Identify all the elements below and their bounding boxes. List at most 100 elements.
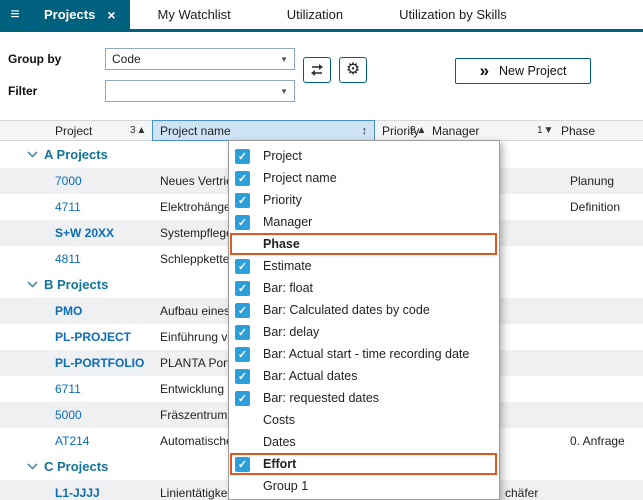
header-project[interactable]: Project [55, 124, 92, 138]
chevron-down-icon: ▼ [280, 87, 288, 96]
menu-item-group-1[interactable]: Group 1 [229, 475, 499, 497]
checkbox-unchecked-icon[interactable] [235, 479, 250, 494]
sort-indicator-project: 3▲ [130, 125, 147, 136]
checkbox-checked-icon[interactable]: ✓ [235, 171, 250, 186]
column-context-menu: ✓ Project ✓ Project name ✓ Priority ✓ Ma… [228, 140, 500, 500]
menu-item-label: Bar: Calculated dates by code [263, 303, 430, 317]
tab-my-watchlist[interactable]: My Watchlist [130, 0, 259, 29]
group-by-select[interactable]: Code ▼ [105, 48, 295, 70]
menu-item-label: Project name [263, 171, 337, 185]
project-name-cell: Systempflege [160, 226, 233, 240]
group-label: A Projects [44, 147, 108, 162]
chevron-down-icon[interactable] [27, 463, 38, 470]
tab-projects[interactable]: Projects × [30, 0, 130, 29]
chevron-down-icon: ▼ [280, 55, 288, 64]
menu-item-bar-actual-dates[interactable]: ✓ Bar: Actual dates [229, 365, 499, 387]
header-phase[interactable]: Phase [561, 124, 595, 138]
menu-item-estimate[interactable]: ✓ Estimate [229, 255, 499, 277]
project-name-cell: Fräszentrum F [160, 408, 238, 422]
menu-item-label: Manager [263, 215, 312, 229]
sort-both-icon[interactable]: ↕ [362, 125, 368, 137]
checkbox-checked-icon[interactable]: ✓ [235, 391, 250, 406]
header-project-name[interactable]: Project name ↕ [152, 120, 375, 141]
menu-item-manager[interactable]: ✓ Manager [229, 211, 499, 233]
tab-bar: ≡ Projects × My Watchlist Utilization Ut… [0, 0, 643, 32]
project-code-link[interactable]: 7000 [55, 174, 82, 188]
table-header: Project 3▲ Project name ↕ Priority 2▲ Ma… [0, 120, 643, 141]
project-code-link[interactable]: L1-JJJJ [55, 486, 100, 500]
checkbox-unchecked-icon[interactable] [235, 237, 250, 252]
menu-item-label: Bar: requested dates [263, 391, 379, 405]
project-name-cell: Linientätigkeit [160, 486, 233, 500]
menu-item-bar-calculated-dates[interactable]: ✓ Bar: Calculated dates by code [229, 299, 499, 321]
checkbox-checked-icon[interactable]: ✓ [235, 369, 250, 384]
group-by-label: Group by [8, 52, 61, 66]
menu-item-label: Bar: Actual start - time recording date [263, 347, 469, 361]
project-code-link[interactable]: 6711 [55, 382, 81, 396]
checkbox-checked-icon[interactable]: ✓ [235, 303, 250, 318]
checkbox-checked-icon[interactable]: ✓ [235, 149, 250, 164]
project-name-cell: Elektrohängeb [160, 200, 237, 214]
sort-indicator-priority: 2▲ [410, 125, 427, 136]
phase-cell: Planung [570, 174, 614, 188]
menu-item-label: Group 1 [263, 479, 308, 493]
project-code-link[interactable]: S+W 20XX [55, 226, 114, 240]
checkbox-checked-icon[interactable]: ✓ [235, 347, 250, 362]
group-by-value: Code [112, 52, 141, 66]
menu-item-label: Priority [263, 193, 302, 207]
tab-utilization-by-skills[interactable]: Utilization by Skills [371, 0, 535, 29]
checkbox-checked-icon[interactable]: ✓ [235, 215, 250, 230]
checkbox-checked-icon[interactable]: ✓ [235, 457, 250, 472]
menu-item-priority[interactable]: ✓ Priority [229, 189, 499, 211]
hamburger-menu-icon[interactable]: ≡ [0, 0, 30, 29]
filter-select[interactable]: ▼ [105, 80, 295, 102]
menu-item-label: Bar: float [263, 281, 313, 295]
phase-cell: 0. Anfrage [570, 434, 625, 448]
project-code-link[interactable]: PL-PROJECT [55, 330, 131, 344]
menu-item-label: Project [263, 149, 302, 163]
project-code-link[interactable]: 5000 [55, 408, 82, 422]
checkbox-unchecked-icon[interactable] [235, 413, 250, 428]
tab-utilization[interactable]: Utilization [259, 0, 371, 29]
tab-label: Utilization [287, 7, 343, 22]
menu-item-label: Bar: delay [263, 325, 319, 339]
double-chevron-icon: » [480, 62, 489, 79]
checkbox-unchecked-icon[interactable] [235, 435, 250, 450]
menu-item-phase[interactable]: Phase [229, 233, 499, 255]
manager-cell: chäfer [505, 486, 538, 500]
menu-item-label: Effort [263, 457, 296, 471]
menu-item-bar-delay[interactable]: ✓ Bar: delay [229, 321, 499, 343]
project-code-link[interactable]: PL-PORTFOLIO [55, 356, 144, 370]
new-project-label: New Project [499, 64, 566, 78]
menu-item-costs[interactable]: Costs [229, 409, 499, 431]
close-icon[interactable]: × [107, 7, 115, 23]
menu-item-effort[interactable]: ✓ Effort [229, 453, 499, 475]
project-code-link[interactable]: 4711 [55, 200, 81, 214]
chevron-down-icon[interactable] [27, 151, 38, 158]
checkbox-checked-icon[interactable]: ✓ [235, 281, 250, 296]
chevron-down-icon[interactable] [27, 281, 38, 288]
new-project-button[interactable]: » New Project [455, 58, 591, 84]
project-code-link[interactable]: PMO [55, 304, 82, 318]
menu-item-project[interactable]: ✓ Project [229, 145, 499, 167]
project-name-cell: Schleppketten [160, 252, 236, 266]
settings-button[interactable]: ⚙ [339, 57, 367, 83]
checkbox-checked-icon[interactable]: ✓ [235, 325, 250, 340]
menu-item-bar-requested-dates[interactable]: ✓ Bar: requested dates [229, 387, 499, 409]
header-manager[interactable]: Manager [432, 124, 479, 138]
menu-item-label: Bar: Actual dates [263, 369, 358, 383]
gear-icon: ⚙ [346, 62, 360, 78]
checkbox-checked-icon[interactable]: ✓ [235, 259, 250, 274]
menu-item-bar-float[interactable]: ✓ Bar: float [229, 277, 499, 299]
menu-item-project-name[interactable]: ✓ Project name [229, 167, 499, 189]
sort-indicator-manager: 1▼ [537, 125, 554, 136]
menu-item-dates[interactable]: Dates [229, 431, 499, 453]
project-code-link[interactable]: AT214 [55, 434, 89, 448]
menu-item-bar-actual-start[interactable]: ✓ Bar: Actual start - time recording dat… [229, 343, 499, 365]
refresh-icon [309, 62, 325, 78]
group-label: B Projects [44, 277, 108, 292]
checkbox-checked-icon[interactable]: ✓ [235, 193, 250, 208]
refresh-button[interactable] [303, 57, 331, 83]
project-code-link[interactable]: 4811 [55, 252, 81, 266]
group-label: C Projects [44, 459, 108, 474]
